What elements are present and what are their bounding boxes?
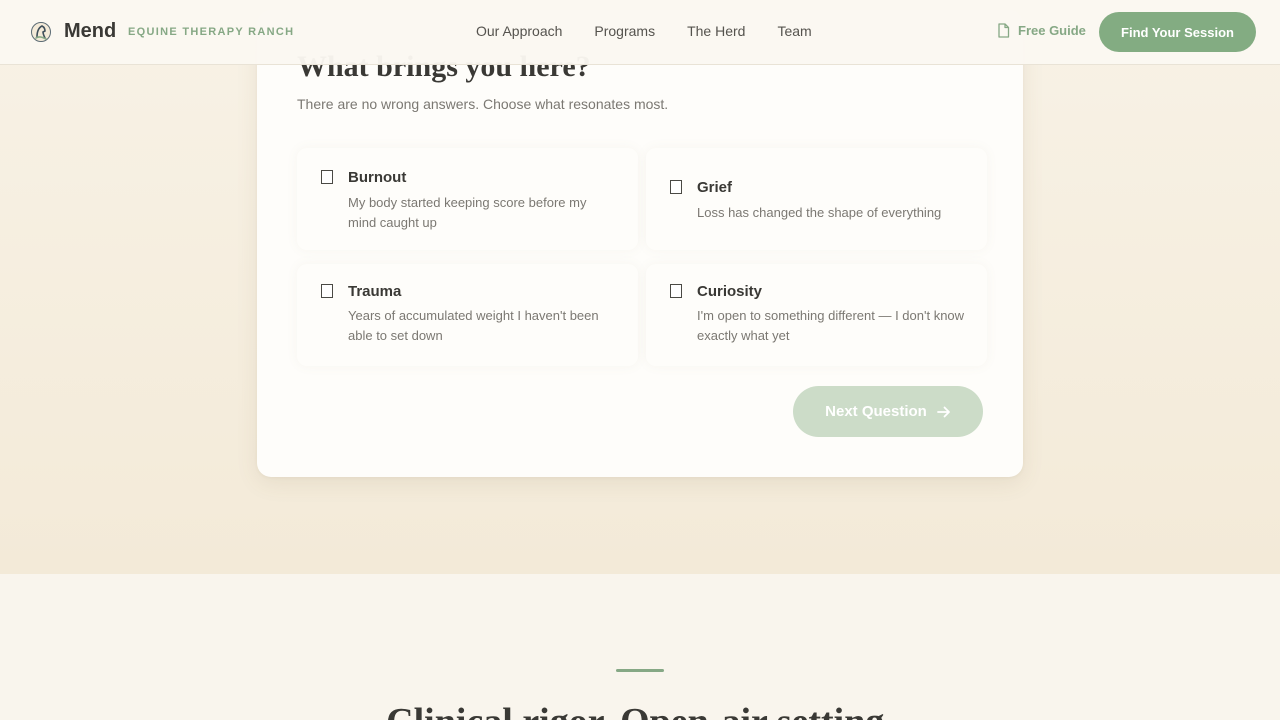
checkbox[interactable] [321,284,333,298]
checkbox[interactable] [321,170,333,184]
option-label: Grief [697,179,733,196]
option-grief[interactable]: Grief Loss has changed the shape of ever… [646,148,987,250]
section-background [0,574,1280,720]
document-icon [998,23,1010,38]
main-nav: Our Approach Programs The Herd Team [476,23,812,39]
find-session-button[interactable]: Find Your Session [1099,12,1256,52]
option-burnout[interactable]: Burnout My body started keeping score be… [297,148,638,250]
option-curiosity[interactable]: Curiosity I'm open to something differen… [646,264,987,366]
section-divider [616,669,664,672]
option-description: Years of accumulated weight I haven't be… [348,308,599,343]
horse-head-icon[interactable] [30,21,52,43]
brand-name[interactable]: Mend [64,20,116,43]
nav-programs[interactable]: Programs [594,23,655,39]
quiz-subtitle: There are no wrong answers. Choose what … [297,96,669,112]
checkbox[interactable] [670,284,682,298]
next-question-label: Next Question [825,403,927,420]
free-guide-label: Free Guide [1018,23,1086,38]
next-question-button[interactable]: Next Question [793,386,983,437]
option-label: Curiosity [697,283,763,300]
quiz-card: What brings you here? There are no wrong… [257,10,1023,477]
option-trauma[interactable]: Trauma Years of accumulated weight I hav… [297,264,638,366]
option-description: Loss has changed the shape of everything [697,205,942,220]
option-grid: Burnout My body started keeping score be… [297,148,987,366]
brand-tagline: EQUINE THERAPY RANCH [128,26,295,38]
option-label: Trauma [348,283,402,300]
arrow-right-icon [936,406,950,417]
option-description: I'm open to something different — I don'… [697,308,965,343]
option-description: My body started keeping score before my … [348,195,587,230]
checkbox[interactable] [670,180,682,194]
option-label: Burnout [348,169,407,186]
free-guide-link[interactable]: Free Guide [997,23,1086,38]
site-header: Mend EQUINE THERAPY RANCH Our Approach P… [0,0,1280,65]
nav-team[interactable]: Team [777,23,811,39]
nav-our-approach[interactable]: Our Approach [476,23,562,39]
section-title: Clinical rigor. Open-air setting. [0,700,1280,720]
nav-the-herd[interactable]: The Herd [687,23,745,39]
